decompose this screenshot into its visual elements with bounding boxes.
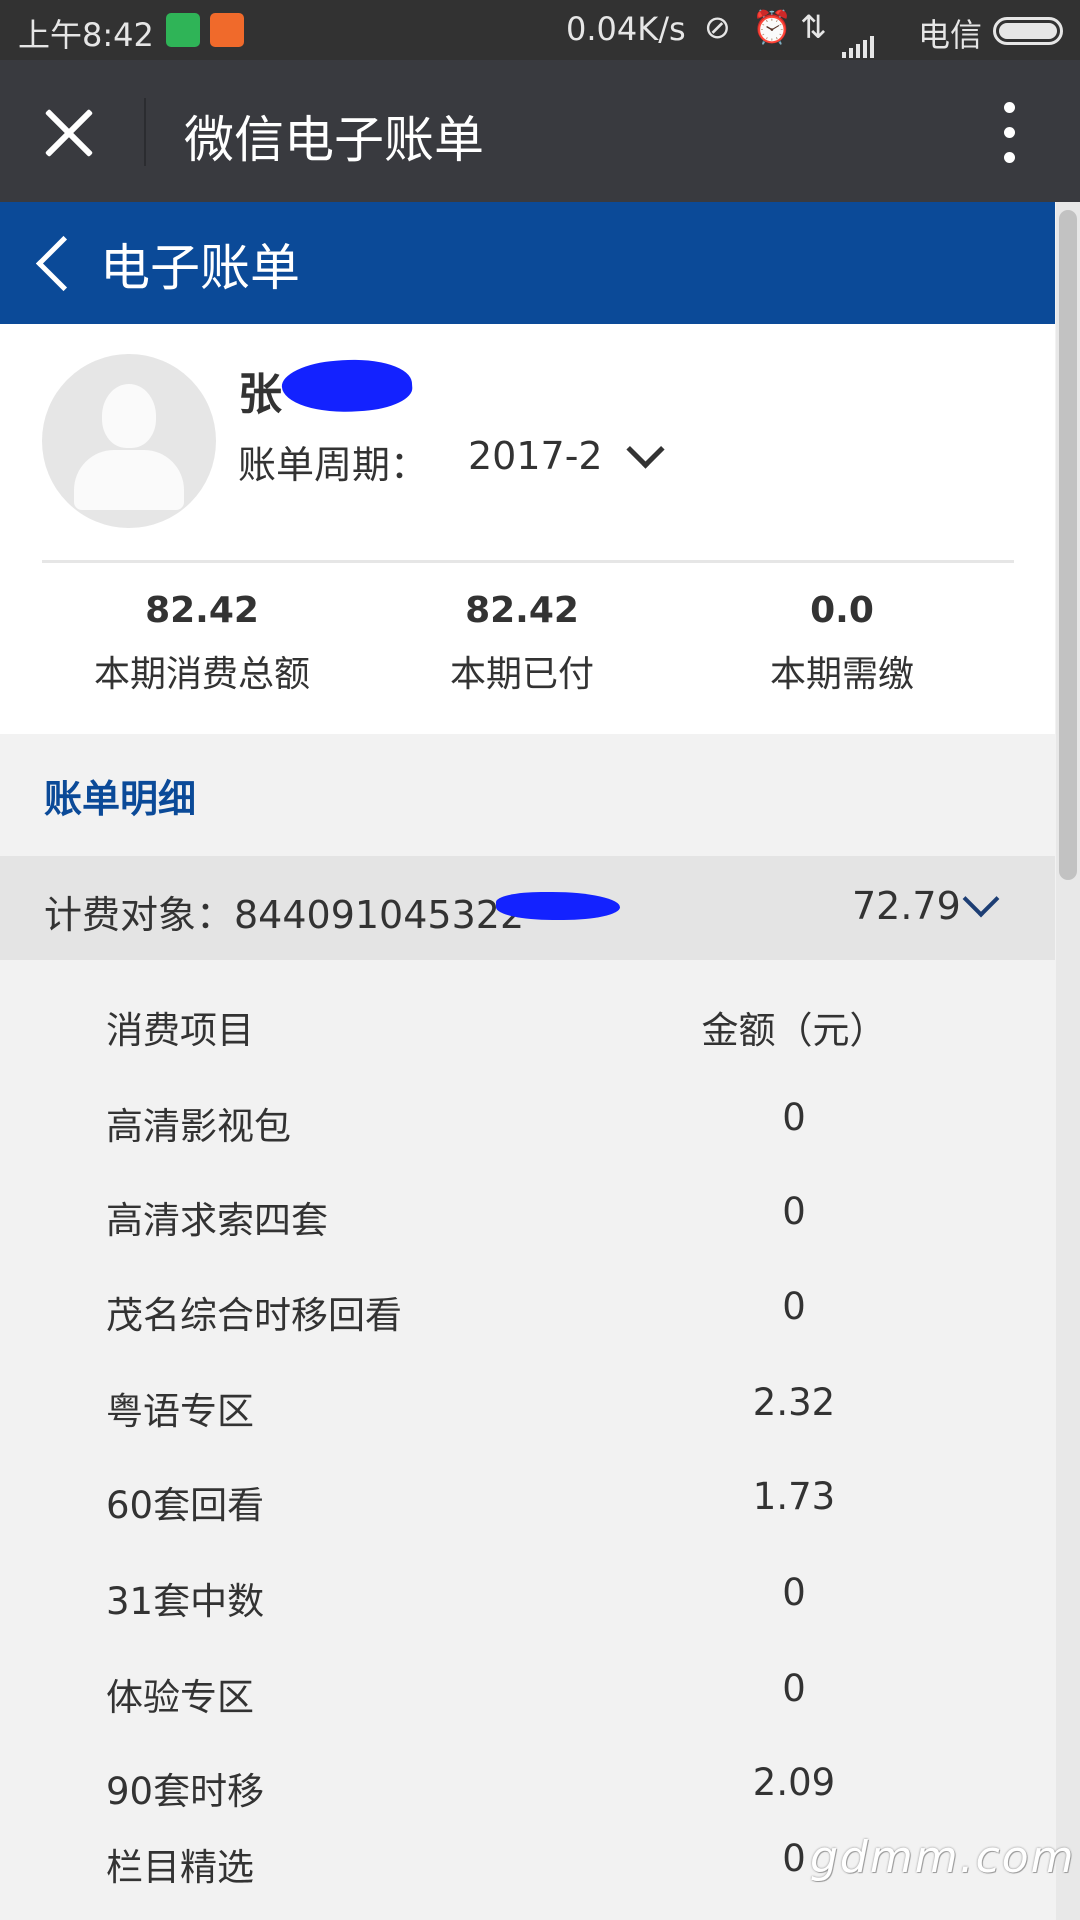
table-row: 60套回看 1.73 xyxy=(0,1451,1055,1546)
summary-value: 0.0 xyxy=(810,590,874,631)
summary-value: 82.42 xyxy=(145,590,259,631)
table-row: 茂名综合时移回看 0 xyxy=(0,1261,1055,1356)
summary-due: 0.0 本期需缴 xyxy=(682,590,1002,697)
back-icon[interactable] xyxy=(28,232,78,292)
scrollbar[interactable] xyxy=(1056,202,1080,1920)
shield-app-icon xyxy=(166,13,200,47)
page-header: 电子账单 xyxy=(0,202,1055,324)
link-icon: ⊘ xyxy=(704,8,731,46)
item-name: 60套回看 xyxy=(106,1484,265,1527)
item-amount: 2.32 xyxy=(752,1381,836,1424)
chevron-down-icon[interactable] xyxy=(960,886,1000,926)
column-header-item: 消费项目 xyxy=(106,1009,254,1052)
table-row: 高清影视包 0 xyxy=(0,1072,1055,1167)
item-amount: 0 xyxy=(782,1667,806,1710)
redaction-scribble xyxy=(280,355,414,417)
battery-icon xyxy=(993,17,1063,45)
item-name: 粤语专区 xyxy=(106,1390,254,1433)
summary-value: 82.42 xyxy=(465,590,579,631)
title-divider xyxy=(144,98,146,166)
item-amount: 1.73 xyxy=(752,1475,836,1518)
item-name: 高清求索四套 xyxy=(106,1199,328,1242)
item-name: 31套中数 xyxy=(106,1580,265,1623)
webview-title-bar: 微信电子账单 xyxy=(0,60,1080,202)
item-name: 90套时移 xyxy=(106,1770,265,1813)
item-amount: 0 xyxy=(782,1571,806,1614)
summary-label: 本期消费总额 xyxy=(93,654,310,695)
period-label: 账单周期： xyxy=(238,443,429,487)
section-title: 账单明细 xyxy=(44,777,197,821)
item-amount: 0 xyxy=(782,1096,806,1139)
health-app-icon xyxy=(210,13,244,47)
network-speed: 0.04K/s xyxy=(566,10,686,48)
more-menu-icon[interactable] xyxy=(990,98,1030,168)
status-time: 上午8:42 xyxy=(18,16,154,54)
page-title: 电子账单 xyxy=(100,239,300,297)
item-name: 栏目精选 xyxy=(106,1846,254,1889)
carrier-name: 电信 xyxy=(918,16,983,54)
summary-paid: 82.42 本期已付 xyxy=(362,590,682,697)
chevron-down-icon[interactable] xyxy=(624,434,664,474)
table-row: 粤语专区 2.32 xyxy=(0,1357,1055,1452)
period-value[interactable]: 2017-2 xyxy=(468,434,603,478)
status-bar: 上午8:42 0.04K/s ⊘ ⏰ ⇅ 电信 xyxy=(0,0,1080,60)
user-name: 张 xyxy=(238,369,282,420)
close-icon[interactable] xyxy=(40,104,98,162)
watermark: gdmm.com xyxy=(810,1832,1076,1883)
webview-title: 微信电子账单 xyxy=(184,111,484,169)
item-name: 高清影视包 xyxy=(106,1105,291,1148)
alarm-icon: ⏰ xyxy=(752,8,792,46)
billing-object-label: 计费对象：844091045322 xyxy=(44,893,525,937)
item-amount: 0 xyxy=(782,1190,806,1233)
item-name: 茂名综合时移回看 xyxy=(106,1294,402,1337)
signal-icon xyxy=(842,20,877,58)
redaction-scribble xyxy=(496,892,620,920)
item-amount: 2.09 xyxy=(752,1761,836,1804)
item-name: 体验专区 xyxy=(106,1676,254,1719)
table-row: 31套中数 0 xyxy=(0,1547,1055,1642)
table-row: 体验专区 0 xyxy=(0,1643,1055,1738)
profile-card: 张 账单周期： 2017-2 82.42 本期消费总额 82.42 本期已付 0… xyxy=(0,324,1055,734)
summary-label: 本期需缴 xyxy=(769,654,914,695)
summary-label: 本期已付 xyxy=(449,654,594,695)
summary-total: 82.42 本期消费总额 xyxy=(42,590,362,697)
avatar-person-icon xyxy=(102,384,156,448)
column-header-amount: 金额（元） xyxy=(701,1009,887,1052)
data-transfer-icon: ⇅ xyxy=(800,8,827,46)
billing-object-row[interactable]: 计费对象：844091045322 72.79 xyxy=(0,856,1055,960)
table-row: 高清求索四套 0 xyxy=(0,1166,1055,1261)
divider xyxy=(42,560,1014,563)
table-header: 消费项目 金额（元） xyxy=(0,976,1055,1071)
scrollbar-thumb[interactable] xyxy=(1059,210,1077,880)
item-amount: 0 xyxy=(782,1285,806,1328)
billing-object-amount: 72.79 xyxy=(852,884,961,928)
avatar xyxy=(42,354,216,528)
